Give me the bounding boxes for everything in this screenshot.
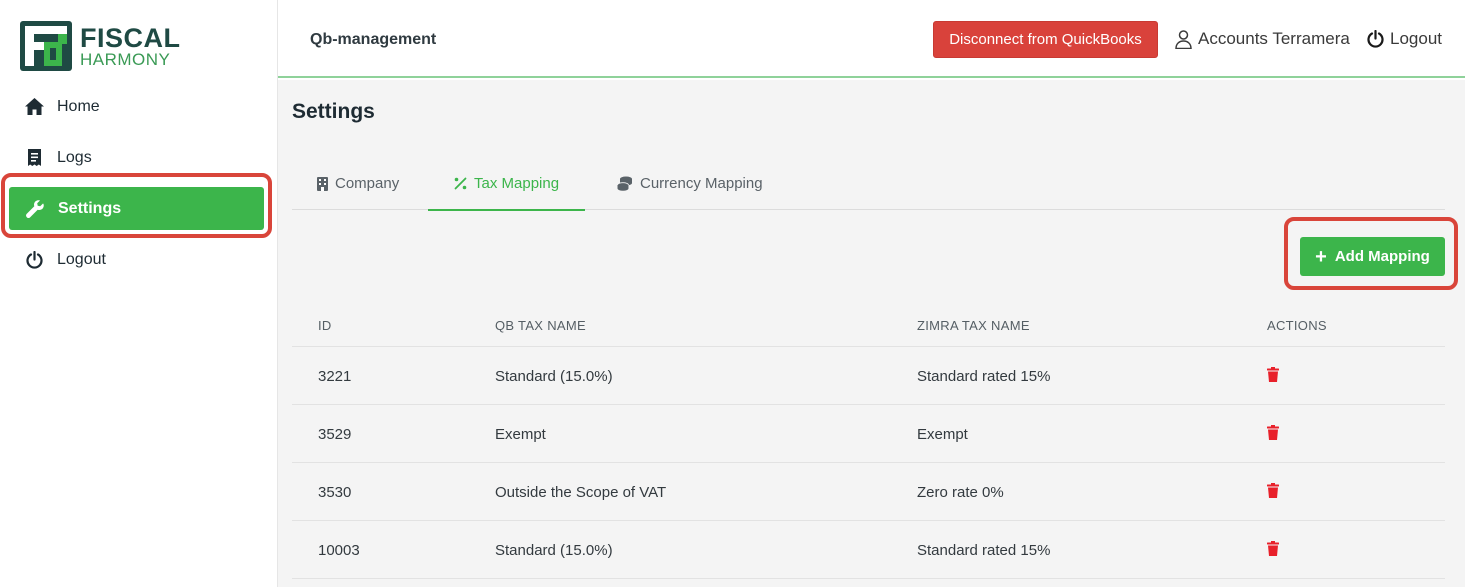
tab-tax-mapping[interactable]: Tax Mapping xyxy=(428,157,586,211)
tab-label: Tax Mapping xyxy=(474,175,560,192)
cell-zimra-tax-name: Standard rated 15% xyxy=(917,542,1051,559)
delete-trash-icon[interactable] xyxy=(1267,367,1279,387)
tab-currency-mapping[interactable]: Currency Mapping xyxy=(617,157,763,210)
sidebar-item-logout[interactable]: Logout xyxy=(0,234,278,285)
logout-label: Logout xyxy=(1390,29,1442,48)
cell-qb-tax-name: Standard (15.0%) xyxy=(495,542,613,559)
table-row: 3529 Exempt Exempt xyxy=(292,405,1445,463)
sidebar: FISCAL HARMONY Home Logs Settings Logout xyxy=(0,0,278,587)
column-header-actions: ACTIONS xyxy=(1267,318,1327,333)
cell-id: 3530 xyxy=(318,484,352,501)
user-icon xyxy=(1175,29,1192,49)
cell-id: 3221 xyxy=(318,368,352,385)
percent-icon xyxy=(454,177,467,190)
home-icon xyxy=(24,97,44,117)
tab-label: Currency Mapping xyxy=(640,175,763,192)
brand-line1: FISCAL xyxy=(80,22,181,53)
cell-qb-tax-name: Outside the Scope of VAT xyxy=(495,484,667,501)
column-header-zimra-tax-name: ZIMRA TAX NAME xyxy=(917,318,1030,333)
cell-zimra-tax-name: Zero rate 0% xyxy=(917,484,1004,501)
disconnect-quickbooks-button[interactable]: Disconnect from QuickBooks xyxy=(933,21,1158,58)
sidebar-item-label: Logs xyxy=(57,148,92,166)
column-header-qb-tax-name: QB TAX NAME xyxy=(495,318,586,333)
highlight-box-settings xyxy=(1,173,272,238)
main-content: Settings Company Tax Mapping Currency Ma… xyxy=(278,80,1465,587)
sidebar-item-label: Logout xyxy=(57,250,106,268)
delete-trash-icon[interactable] xyxy=(1267,483,1279,503)
page-title: Settings xyxy=(292,100,375,123)
cell-id: 10003 xyxy=(318,542,360,559)
tab-company[interactable]: Company xyxy=(317,157,399,210)
tab-label: Company xyxy=(335,175,400,192)
header-logout-link[interactable]: Logout xyxy=(1367,29,1442,49)
delete-trash-icon[interactable] xyxy=(1267,541,1279,561)
sidebar-item-home[interactable]: Home xyxy=(0,81,278,132)
brand-logo[interactable]: FISCAL HARMONY xyxy=(20,20,181,72)
building-icon xyxy=(317,176,328,191)
cell-qb-tax-name: Exempt xyxy=(495,426,546,443)
settings-tabs: Company Tax Mapping Currency Mapping xyxy=(292,157,1445,211)
column-header-id: ID xyxy=(318,318,332,333)
table-header: ID QB TAX NAME ZIMRA TAX NAME ACTIONS xyxy=(292,304,1445,347)
power-icon xyxy=(24,250,44,270)
page-header-title: Qb-management xyxy=(310,31,437,48)
delete-trash-icon[interactable] xyxy=(1267,425,1279,445)
coins-icon xyxy=(617,176,633,191)
tax-mapping-table: ID QB TAX NAME ZIMRA TAX NAME ACTIONS 32… xyxy=(292,304,1445,579)
table-row: 3530 Outside the Scope of VAT Zero rate … xyxy=(292,463,1445,521)
power-icon xyxy=(1367,30,1384,48)
user-account-link[interactable]: Accounts Terramera xyxy=(1175,29,1350,49)
receipt-icon xyxy=(24,148,44,168)
cell-qb-tax-name: Standard (15.0%) xyxy=(495,368,613,385)
app-root: FISCAL HARMONY Home Logs Settings Logout… xyxy=(0,0,1465,587)
cell-id: 3529 xyxy=(318,426,352,443)
cell-zimra-tax-name: Exempt xyxy=(917,426,968,443)
highlight-box-add-mapping xyxy=(1284,217,1458,290)
cell-zimra-tax-name: Standard rated 15% xyxy=(917,368,1051,385)
brand-line2: HARMONY xyxy=(80,49,171,69)
table-row: 10003 Standard (15.0%) Standard rated 15… xyxy=(292,521,1445,579)
sidebar-item-label: Home xyxy=(57,97,100,115)
user-name: Accounts Terramera xyxy=(1198,29,1350,48)
fiscal-harmony-logo-icon xyxy=(20,21,72,71)
table-row: 3221 Standard (15.0%) Standard rated 15% xyxy=(292,347,1445,405)
brand-text: FISCAL HARMONY xyxy=(80,22,181,69)
top-header: Qb-management Disconnect from QuickBooks… xyxy=(278,0,1465,78)
